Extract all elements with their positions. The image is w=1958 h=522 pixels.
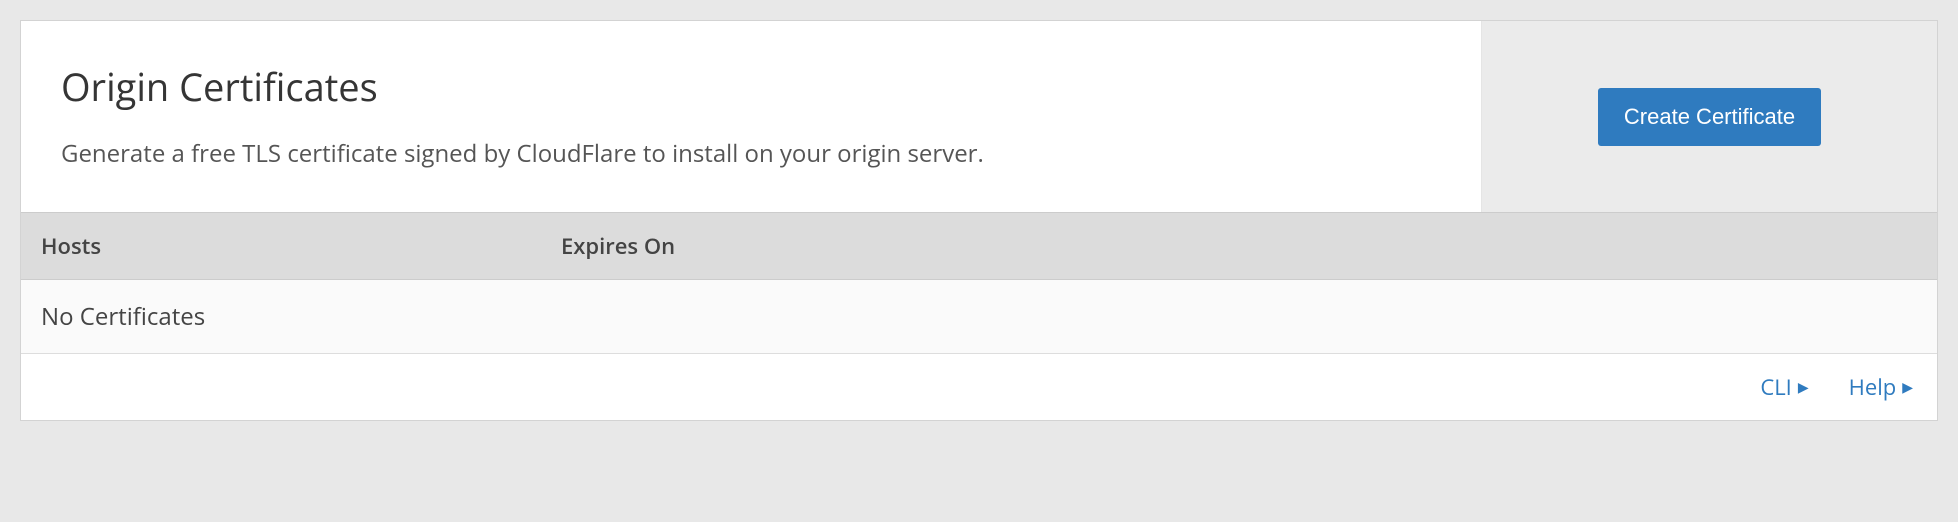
card-footer: CLI ▶ Help ▶ xyxy=(21,354,1937,420)
chevron-right-icon: ▶ xyxy=(1902,378,1913,397)
origin-certificates-card: Origin Certificates Generate a free TLS … xyxy=(20,20,1938,421)
card-header-info: Origin Certificates Generate a free TLS … xyxy=(21,21,1482,212)
certificates-table-header: Hosts Expires On xyxy=(21,212,1937,280)
card-header-actions: Create Certificate xyxy=(1482,21,1937,212)
chevron-right-icon: ▶ xyxy=(1798,378,1809,397)
help-link[interactable]: Help ▶ xyxy=(1849,372,1913,402)
cli-link[interactable]: CLI ▶ xyxy=(1760,372,1808,402)
column-header-expires-on: Expires On xyxy=(561,231,1917,261)
column-header-hosts: Hosts xyxy=(41,231,561,261)
certificates-empty-row: No Certificates xyxy=(21,280,1937,354)
cli-link-label: CLI xyxy=(1760,372,1792,402)
card-description: Generate a free TLS certificate signed b… xyxy=(61,137,1441,170)
help-link-label: Help xyxy=(1849,372,1897,402)
card-title: Origin Certificates xyxy=(61,61,1441,113)
create-certificate-button[interactable]: Create Certificate xyxy=(1598,88,1821,146)
card-header: Origin Certificates Generate a free TLS … xyxy=(21,21,1937,212)
